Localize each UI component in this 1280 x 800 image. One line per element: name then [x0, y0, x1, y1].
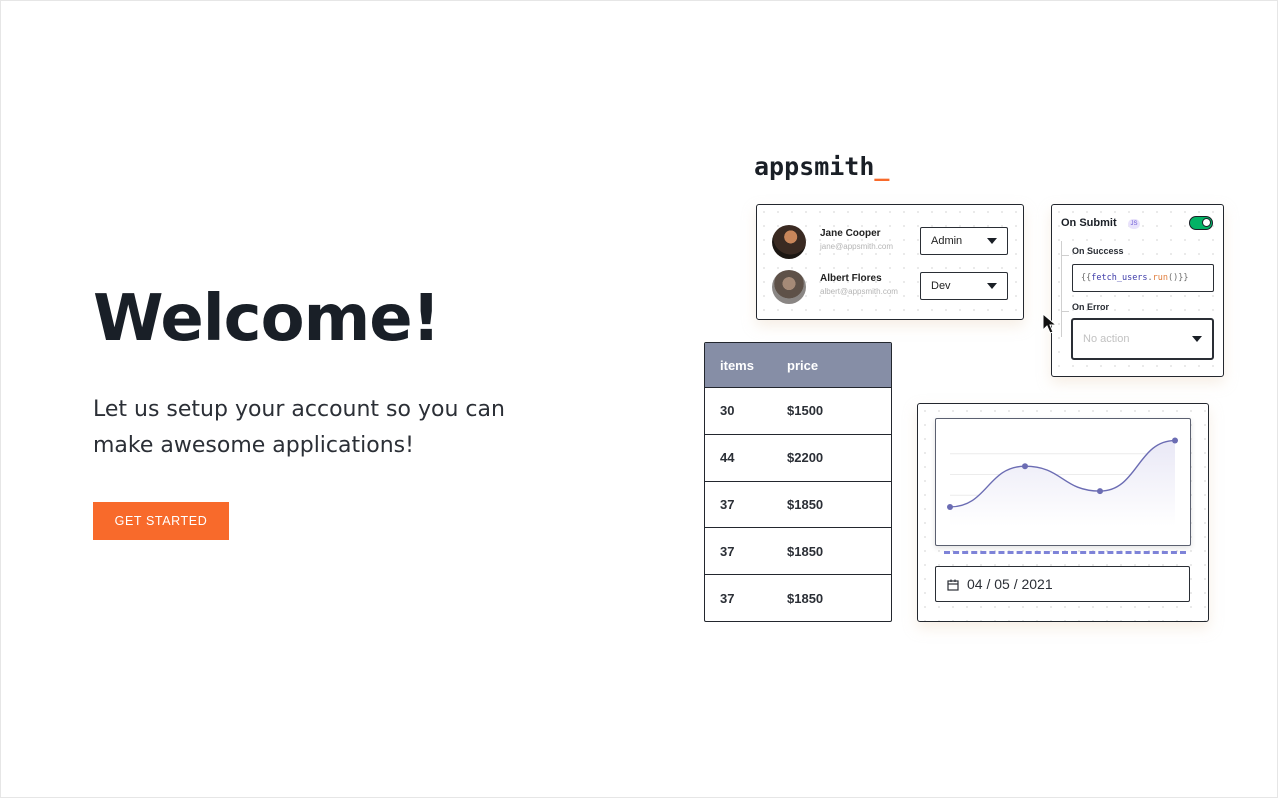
on-success-code-input[interactable]: {{fetch_users. run()}}: [1072, 264, 1214, 292]
table-header: items price: [705, 343, 891, 388]
chart-point: [1022, 463, 1028, 470]
js-badge: JS: [1128, 219, 1140, 229]
table-cell: $2200: [787, 450, 824, 466]
items-table: items price 30 $1500 44 $2200 37 $1850 3…: [704, 342, 892, 622]
toggle-knob: [1202, 218, 1211, 227]
on-error-label: On Error: [1072, 302, 1110, 312]
dashed-divider: [944, 551, 1186, 554]
table-cell: 37: [720, 591, 735, 607]
action-placeholder: No action: [1083, 333, 1130, 345]
on-submit-card: On Submit JS On Success {{fetch_users. ru…: [1051, 204, 1224, 377]
table-cell: $1850: [787, 591, 824, 607]
chart-point: [1172, 437, 1178, 444]
appsmith-logo: appsmith_: [754, 152, 889, 181]
code-prefix: {{: [1081, 273, 1092, 283]
chart-svg: [947, 437, 1178, 526]
user-email: jane@appsmith.com: [820, 242, 894, 251]
table-cell: 44: [720, 450, 735, 466]
chart-point: [947, 503, 953, 510]
chart-card: 04 / 05 / 2021: [917, 403, 1209, 622]
brand-cursor: _: [874, 152, 890, 181]
tree-connector: [1061, 255, 1069, 256]
role-value: Admin: [931, 235, 963, 247]
table-cell: $1500: [787, 403, 824, 419]
welcome-subtitle: Let us setup your account so you can mak…: [93, 397, 505, 458]
table-row[interactable]: 37 $1850: [705, 528, 891, 576]
mouse-pointer-icon: [1042, 313, 1058, 334]
get-started-button[interactable]: GET STARTED: [93, 502, 229, 540]
avatar: [772, 270, 806, 304]
column-header-price[interactable]: price: [787, 358, 891, 373]
tree-connector: [1061, 311, 1069, 312]
on-submit-toggle[interactable]: [1189, 216, 1213, 230]
users-card: Jane Cooper jane@appsmith.com Admin Albe…: [756, 204, 1024, 320]
caret-down-icon: [987, 283, 997, 289]
user-name: Albert Flores: [820, 273, 882, 284]
role-select[interactable]: Admin: [920, 227, 1008, 255]
table-cell: 30: [720, 403, 735, 419]
avatar: [772, 225, 806, 259]
role-value: Dev: [931, 280, 951, 292]
on-error-action-select[interactable]: No action: [1071, 318, 1214, 360]
on-submit-title: On Submit: [1061, 217, 1117, 229]
on-success-label: On Success: [1072, 246, 1124, 256]
caret-down-icon: [987, 238, 997, 244]
column-header-items[interactable]: items: [705, 358, 787, 373]
user-row: Jane Cooper jane@appsmith.com Admin: [772, 223, 1012, 261]
role-select[interactable]: Dev: [920, 272, 1008, 300]
welcome-title: Welcome!: [93, 282, 441, 356]
user-email: albert@appsmith.com: [820, 287, 898, 296]
code-run: run: [1152, 273, 1169, 283]
user-row: Albert Flores albert@appsmith.com Dev: [772, 268, 1012, 306]
table-row[interactable]: 37 $1850: [705, 575, 891, 621]
table-cell: $1850: [787, 543, 824, 559]
chart-point: [1097, 488, 1103, 495]
code-function: fetch_users: [1091, 273, 1148, 283]
code-suffix: ()}}: [1168, 273, 1189, 283]
caret-down-icon: [1192, 336, 1202, 342]
chart-widget: [935, 418, 1191, 546]
table-row[interactable]: 44 $2200: [705, 435, 891, 482]
table-cell: 37: [720, 496, 735, 512]
table-cell: 37: [720, 543, 735, 559]
table-row[interactable]: 37 $1850: [705, 482, 891, 529]
brand-name: appsmith: [754, 152, 875, 181]
table-row[interactable]: 30 $1500: [705, 388, 891, 435]
date-picker[interactable]: 04 / 05 / 2021: [935, 566, 1190, 602]
calendar-icon: [947, 578, 959, 591]
date-value: 04 / 05 / 2021: [967, 576, 1053, 592]
table-cell: $1850: [787, 496, 824, 512]
user-name: Jane Cooper: [820, 228, 881, 239]
